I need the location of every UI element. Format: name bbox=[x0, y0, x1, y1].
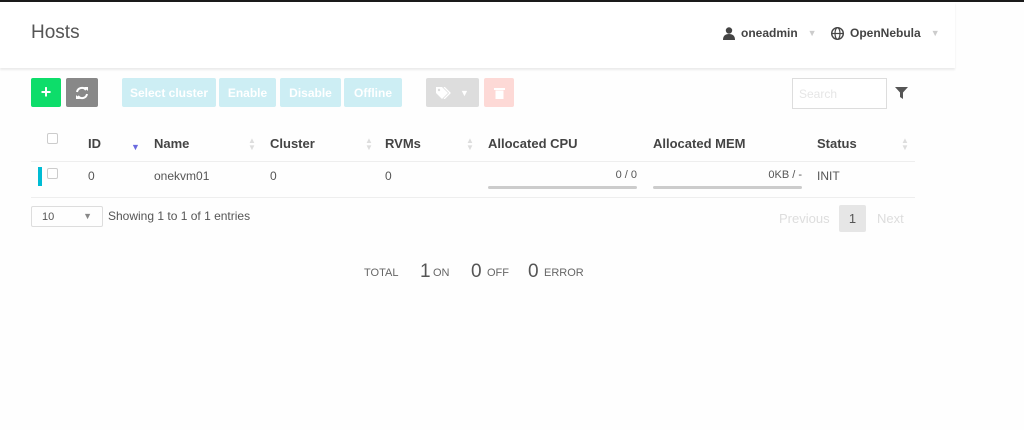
offline-button[interactable]: Offline bbox=[344, 78, 402, 107]
divider bbox=[31, 197, 915, 198]
previous-page-button[interactable]: Previous bbox=[779, 211, 830, 226]
page-size-select[interactable]: 10 ▼ bbox=[31, 206, 103, 227]
disable-button[interactable]: Disable bbox=[280, 78, 341, 107]
summary-on-label: ON bbox=[433, 267, 450, 279]
column-header-allocated-cpu: Allocated CPU bbox=[488, 136, 578, 151]
trash-icon bbox=[494, 87, 505, 99]
cell-id: 0 bbox=[88, 169, 95, 183]
enable-button[interactable]: Enable bbox=[219, 78, 276, 107]
user-menu[interactable]: oneadmin ▼ bbox=[723, 26, 817, 40]
sort-icon: ▲▼ bbox=[248, 137, 256, 151]
search-input[interactable] bbox=[792, 78, 887, 109]
summary-error-label: ERROR bbox=[544, 267, 584, 279]
page-1-button[interactable]: 1 bbox=[839, 205, 866, 232]
tags-icon bbox=[436, 87, 452, 99]
chevron-down-icon: ▼ bbox=[931, 28, 940, 38]
add-button[interactable]: + bbox=[31, 78, 61, 107]
globe-icon bbox=[831, 27, 844, 40]
chevron-down-icon: ▼ bbox=[83, 211, 92, 222]
filter-icon[interactable] bbox=[895, 87, 908, 99]
column-header-rvms[interactable]: RVMs bbox=[385, 136, 421, 151]
cell-rvms: 0 bbox=[385, 169, 392, 183]
labels-button[interactable]: ▼ bbox=[426, 78, 479, 107]
entries-info: Showing 1 to 1 of 1 entries bbox=[108, 209, 250, 223]
divider bbox=[31, 161, 915, 162]
column-header-cluster[interactable]: Cluster bbox=[270, 136, 315, 151]
summary-total-label: TOTAL bbox=[364, 267, 398, 279]
column-header-status[interactable]: Status bbox=[817, 136, 857, 151]
delete-button[interactable] bbox=[484, 78, 514, 107]
sort-icon: ▲▼ bbox=[365, 137, 373, 151]
summary-off-label: OFF bbox=[487, 267, 509, 279]
row-state-indicator bbox=[38, 167, 42, 186]
cell-name[interactable]: onekvm01 bbox=[154, 169, 209, 183]
refresh-icon bbox=[75, 86, 89, 100]
cell-mem-text: 0KB / - bbox=[653, 169, 802, 181]
sort-icon: ▲▼ bbox=[466, 137, 474, 151]
zone-menu[interactable]: OpenNebula ▼ bbox=[831, 26, 940, 40]
page-title: Hosts bbox=[31, 22, 80, 44]
page-size-value: 10 bbox=[42, 211, 54, 222]
select-cluster-button[interactable]: Select cluster bbox=[122, 78, 216, 107]
column-header-id[interactable]: ID bbox=[88, 136, 101, 151]
cell-cluster: 0 bbox=[270, 169, 277, 183]
next-page-button[interactable]: Next bbox=[877, 211, 904, 226]
select-all-checkbox[interactable] bbox=[47, 133, 58, 144]
summary-error-count: 0 bbox=[528, 261, 539, 283]
mem-progress-bar bbox=[653, 186, 802, 189]
cell-cpu-text: 0 / 0 bbox=[488, 169, 637, 181]
row-checkbox[interactable] bbox=[47, 168, 58, 179]
summary-off-count: 0 bbox=[471, 261, 482, 283]
user-icon bbox=[723, 27, 735, 40]
zone-name: OpenNebula bbox=[850, 26, 921, 40]
column-header-name[interactable]: Name bbox=[154, 136, 189, 151]
chevron-down-icon: ▼ bbox=[460, 88, 469, 98]
column-header-allocated-mem: Allocated MEM bbox=[653, 136, 745, 151]
user-name: oneadmin bbox=[741, 26, 798, 40]
cell-status: INIT bbox=[817, 169, 840, 183]
sort-icon: ▲▼ bbox=[901, 137, 909, 151]
chevron-down-icon: ▼ bbox=[808, 28, 817, 38]
refresh-button[interactable] bbox=[66, 78, 98, 107]
cpu-progress-bar bbox=[488, 186, 637, 189]
sort-desc-icon: ▼ bbox=[131, 142, 140, 152]
summary-on-count: 1 bbox=[420, 261, 431, 283]
